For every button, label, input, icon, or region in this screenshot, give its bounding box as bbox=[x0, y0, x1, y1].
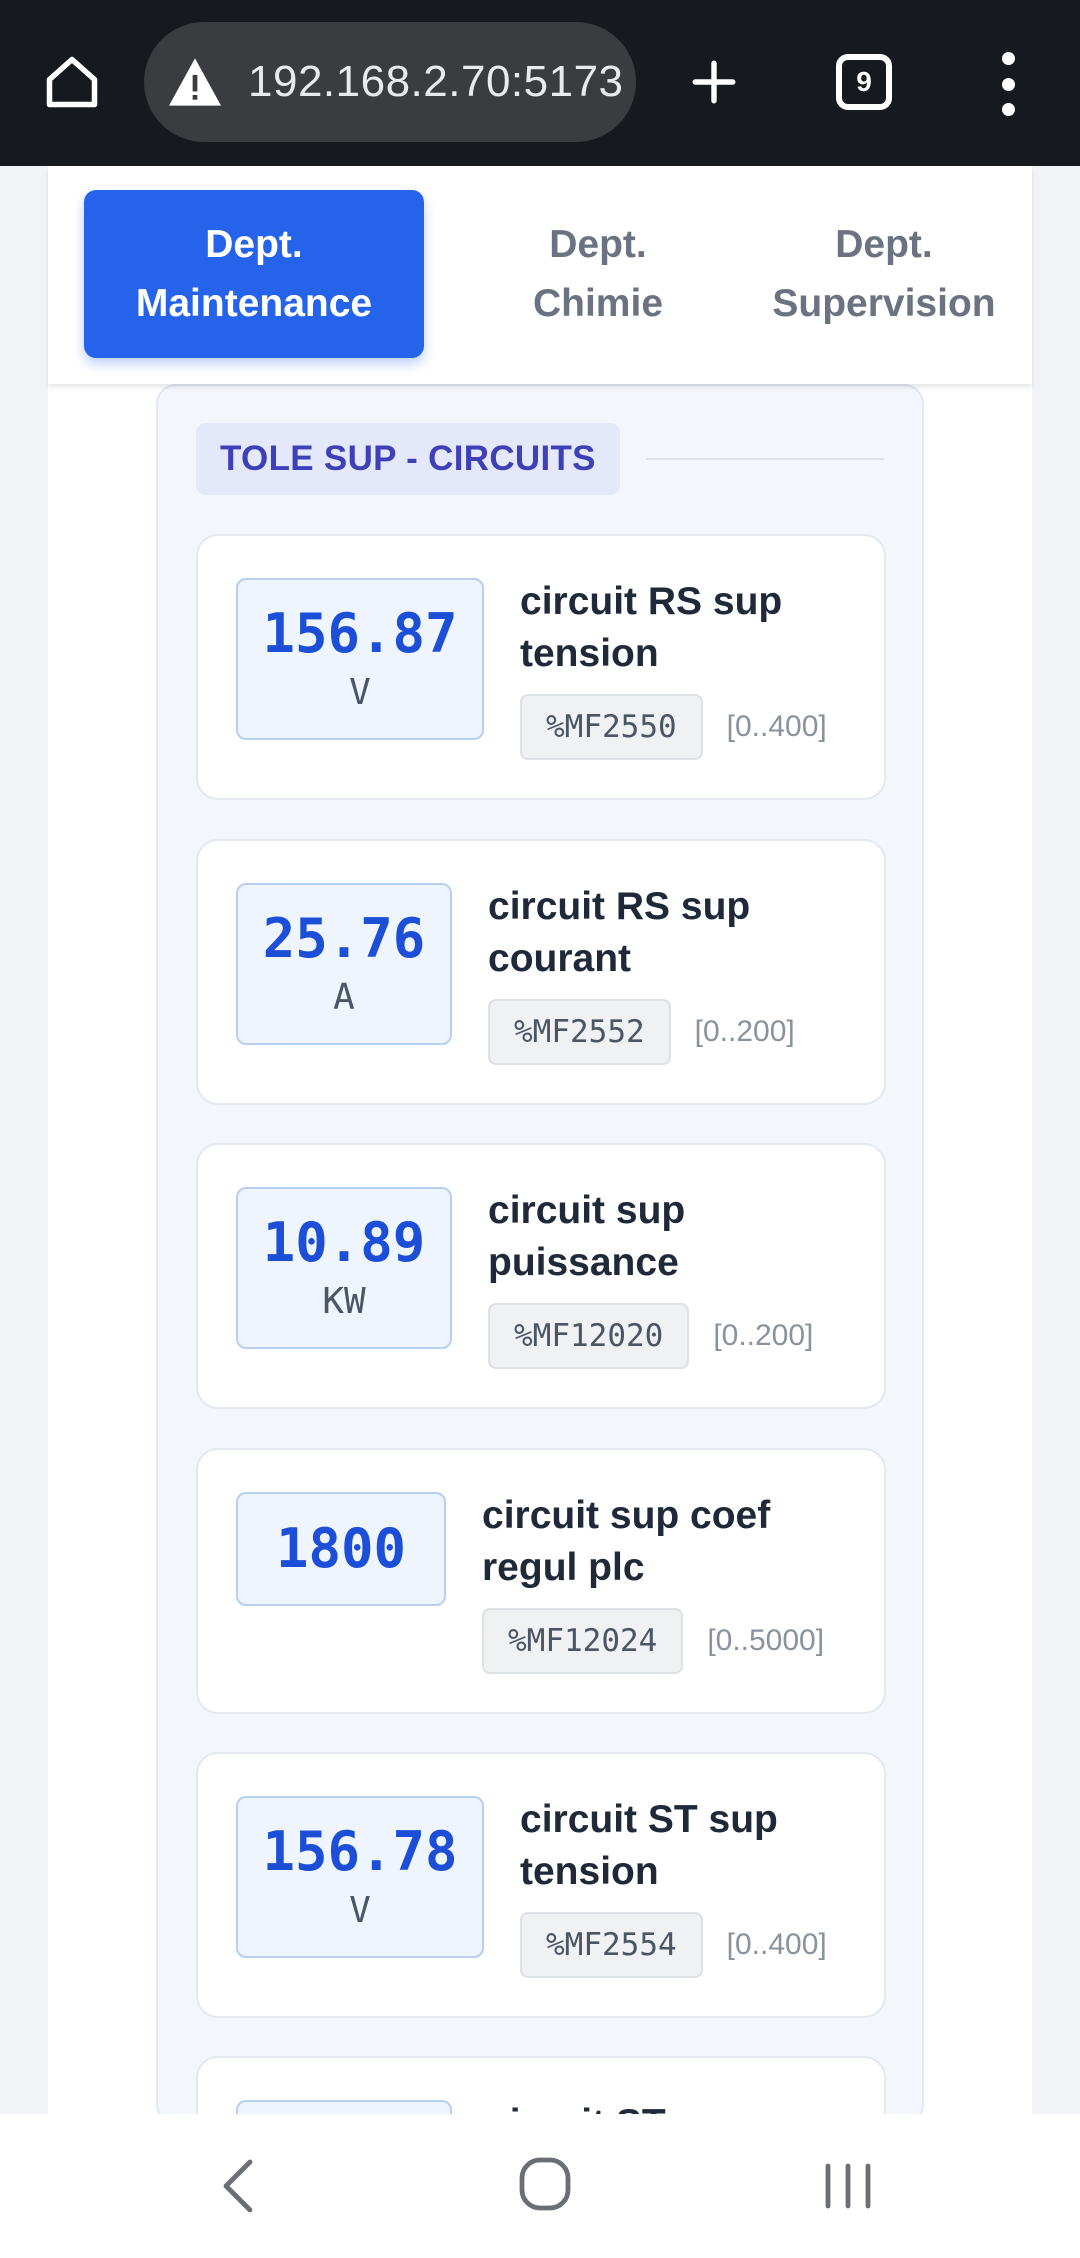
section-header: TOLE SUP - CIRCUITS bbox=[196, 422, 884, 496]
new-tab-plus-icon[interactable] bbox=[680, 48, 748, 116]
home-icon[interactable] bbox=[38, 48, 106, 116]
reading-meta: %MF2550 [0..400] bbox=[520, 694, 827, 760]
range-text: [0..200] bbox=[694, 1015, 795, 1048]
url-text[interactable]: 192.168.2.70:5173 bbox=[248, 57, 624, 107]
reading-name: circuit ST bbox=[488, 2098, 788, 2114]
plc-address-chip: %MF2554 bbox=[520, 1912, 703, 1978]
value-display: 25.76 A bbox=[236, 883, 452, 1045]
home-circle-icon[interactable] bbox=[516, 2154, 574, 2214]
reading-unit: V bbox=[349, 672, 371, 713]
recent-apps-icon[interactable] bbox=[818, 2158, 878, 2214]
reading-meta: %MF2554 [0..400] bbox=[520, 1912, 827, 1978]
value-display: 10.89 KW bbox=[236, 1187, 452, 1349]
address-bar[interactable]: 192.168.2.70:5173 bbox=[144, 22, 636, 142]
plc-address-chip: %MF2550 bbox=[520, 694, 703, 760]
value-display bbox=[236, 2100, 452, 2114]
reading-unit: V bbox=[349, 1890, 371, 1931]
warning-icon[interactable] bbox=[166, 53, 224, 111]
reading-value: 156.87 bbox=[262, 602, 458, 665]
reading-name: circuit sup coef regul plc bbox=[482, 1494, 771, 1589]
reading-name: circuit RS sup courant bbox=[488, 885, 751, 980]
reading-value: 1800 bbox=[275, 1517, 407, 1580]
circuits-section: TOLE SUP - CIRCUITS 156.87 V circuit RS … bbox=[156, 384, 924, 2114]
more-vert-icon[interactable] bbox=[990, 52, 1026, 116]
department-tabs: Dept. Maintenance Dept. Chimie Dept. Sup… bbox=[48, 166, 1032, 384]
reading-card[interactable]: 156.87 V circuit RS sup tension %MF2550 … bbox=[196, 534, 886, 800]
reading-name: circuit RS sup tension bbox=[520, 580, 783, 675]
reading-card[interactable]: 10.89 KW circuit sup puissance %MF12020 … bbox=[196, 1143, 886, 1409]
section-divider bbox=[645, 458, 884, 460]
reading-unit: KW bbox=[322, 1281, 366, 1322]
reading-value: 10.89 bbox=[262, 1211, 426, 1274]
tab-dept-supervision[interactable]: Dept. Supervision bbox=[734, 190, 1034, 358]
range-text: [0..200] bbox=[713, 1319, 814, 1352]
reading-card[interactable]: 1800 circuit sup coef regul plc %MF12024… bbox=[196, 1448, 886, 1714]
plc-address-chip: %MF12024 bbox=[482, 1608, 684, 1674]
value-display: 156.78 V bbox=[236, 1796, 484, 1958]
reading-meta: %MF2552 [0..200] bbox=[488, 999, 795, 1065]
reading-unit: A bbox=[333, 977, 355, 1018]
tab-dept-chimie[interactable]: Dept. Chimie bbox=[446, 190, 750, 358]
reading-meta: %MF12020 [0..200] bbox=[488, 1303, 813, 1369]
reading-meta: %MF12024 [0..5000] bbox=[482, 1608, 824, 1674]
range-text: [0..5000] bbox=[707, 1624, 825, 1657]
plc-address-chip: %MF12020 bbox=[488, 1303, 690, 1369]
value-display: 1800 bbox=[236, 1492, 446, 1606]
value-display: 156.87 V bbox=[236, 578, 484, 740]
browser-toolbar: 192.168.2.70:5173 9 bbox=[0, 0, 1080, 166]
page-content: Dept. Maintenance Dept. Chimie Dept. Sup… bbox=[0, 166, 1080, 2114]
back-icon[interactable] bbox=[210, 2154, 270, 2218]
reading-name: circuit ST sup tension bbox=[520, 1798, 778, 1893]
reading-value: 156.78 bbox=[262, 1820, 458, 1883]
reading-card[interactable]: circuit ST bbox=[196, 2056, 886, 2114]
tab-dept-maintenance[interactable]: Dept. Maintenance bbox=[84, 190, 424, 358]
reading-card[interactable]: 25.76 A circuit RS sup courant %MF2552 [… bbox=[196, 839, 886, 1105]
plc-address-chip: %MF2552 bbox=[488, 999, 671, 1065]
system-navigation-bar bbox=[0, 2114, 1080, 2258]
range-text: [0..400] bbox=[726, 1928, 827, 1961]
screen: 192.168.2.70:5173 9 Dept. Maintenance De… bbox=[0, 0, 1080, 2258]
reading-name: circuit sup puissance bbox=[488, 1189, 686, 1284]
reading-value: 25.76 bbox=[262, 907, 426, 970]
range-text: [0..400] bbox=[726, 710, 827, 743]
section-title: TOLE SUP - CIRCUITS bbox=[196, 423, 620, 495]
tabs-icon[interactable]: 9 bbox=[836, 54, 892, 110]
reading-card[interactable]: 156.78 V circuit ST sup tension %MF2554 … bbox=[196, 1752, 886, 2018]
